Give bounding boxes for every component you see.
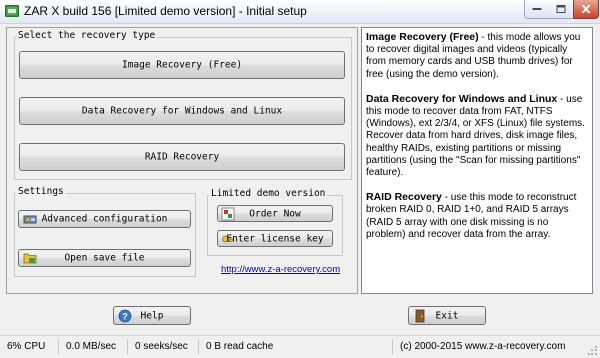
title-bar[interactable]: ZAR X build 156 [Limited demo version] -… xyxy=(0,0,600,24)
close-icon xyxy=(581,5,591,13)
order-now-label: Order Now xyxy=(249,208,301,219)
data-recovery-button[interactable]: Data Recovery for Windows and Linux xyxy=(19,97,345,125)
read-cache: 0 B read cache xyxy=(206,341,274,352)
status-divider xyxy=(58,339,59,354)
open-save-file-button[interactable]: Open save file xyxy=(18,249,191,267)
minimize-button[interactable] xyxy=(524,0,550,19)
close-window-button[interactable] xyxy=(573,0,599,19)
image-recovery-heading: Image Recovery (Free) xyxy=(366,31,479,43)
settings-label: Settings xyxy=(16,186,66,197)
raid-recovery-label: RAID Recovery xyxy=(144,151,220,163)
data-recovery-description: Data Recovery for Windows and Linux - us… xyxy=(366,93,588,179)
demo-version-label: Limited demo version xyxy=(209,188,328,199)
minimize-icon xyxy=(532,8,542,10)
data-recovery-heading: Data Recovery for Windows and Linux xyxy=(366,92,558,105)
recovery-type-label: Select the recovery type xyxy=(16,30,158,41)
seek-rate: 0 seeks/sec xyxy=(135,341,188,352)
status-divider xyxy=(198,339,199,354)
enter-license-key-label: Enter license key xyxy=(226,233,324,244)
image-recovery-description: Image Recovery (Free) - this mode allows… xyxy=(366,31,588,81)
image-recovery-label: Image Recovery (Free) xyxy=(121,59,243,71)
website-link[interactable]: http://www.z-a-recovery.com xyxy=(221,264,340,275)
advanced-configuration-label: Advanced configuration xyxy=(41,213,168,225)
help-button[interactable]: ? Help xyxy=(113,306,191,325)
maximize-icon xyxy=(556,5,566,13)
maximize-button[interactable] xyxy=(549,0,574,19)
order-now-button[interactable]: Order Now xyxy=(217,205,333,222)
cpu-usage: 6% CPU xyxy=(7,341,46,352)
raid-recovery-heading: RAID Recovery xyxy=(366,191,442,204)
resize-grip-icon[interactable] xyxy=(588,346,598,356)
raid-recovery-description: RAID Recovery - use this mode to reconst… xyxy=(366,191,588,241)
image-recovery-button[interactable]: Image Recovery (Free) xyxy=(19,51,345,79)
raid-recovery-button[interactable]: RAID Recovery xyxy=(19,143,345,171)
copyright: (c) 2000-2015 www.z-a-recovery.com xyxy=(400,341,566,352)
enter-license-key-button[interactable]: Enter license key xyxy=(217,230,333,247)
window-title: ZAR X build 156 [Limited demo version] -… xyxy=(24,4,307,18)
description-panel[interactable]: Image Recovery (Free) - this mode allows… xyxy=(361,27,593,294)
app-icon xyxy=(5,5,19,17)
main-window: ZAR X build 156 [Limited demo version] -… xyxy=(0,0,600,358)
advanced-configuration-button[interactable]: Advanced configuration xyxy=(18,210,191,228)
data-recovery-text: - use this mode to recover data from FAT… xyxy=(366,93,585,179)
open-save-file-label: Open save file xyxy=(64,252,145,264)
data-recovery-label: Data Recovery for Windows and Linux xyxy=(81,105,283,117)
status-bar: 6% CPU 0.0 MB/sec 0 seeks/sec 0 B read c… xyxy=(0,335,600,358)
exit-button[interactable]: Exit xyxy=(408,306,486,325)
exit-label: Exit xyxy=(435,310,459,321)
help-label: Help xyxy=(140,310,164,321)
status-divider xyxy=(127,339,128,354)
transfer-speed: 0.0 MB/sec xyxy=(66,341,117,352)
status-divider xyxy=(392,339,393,354)
